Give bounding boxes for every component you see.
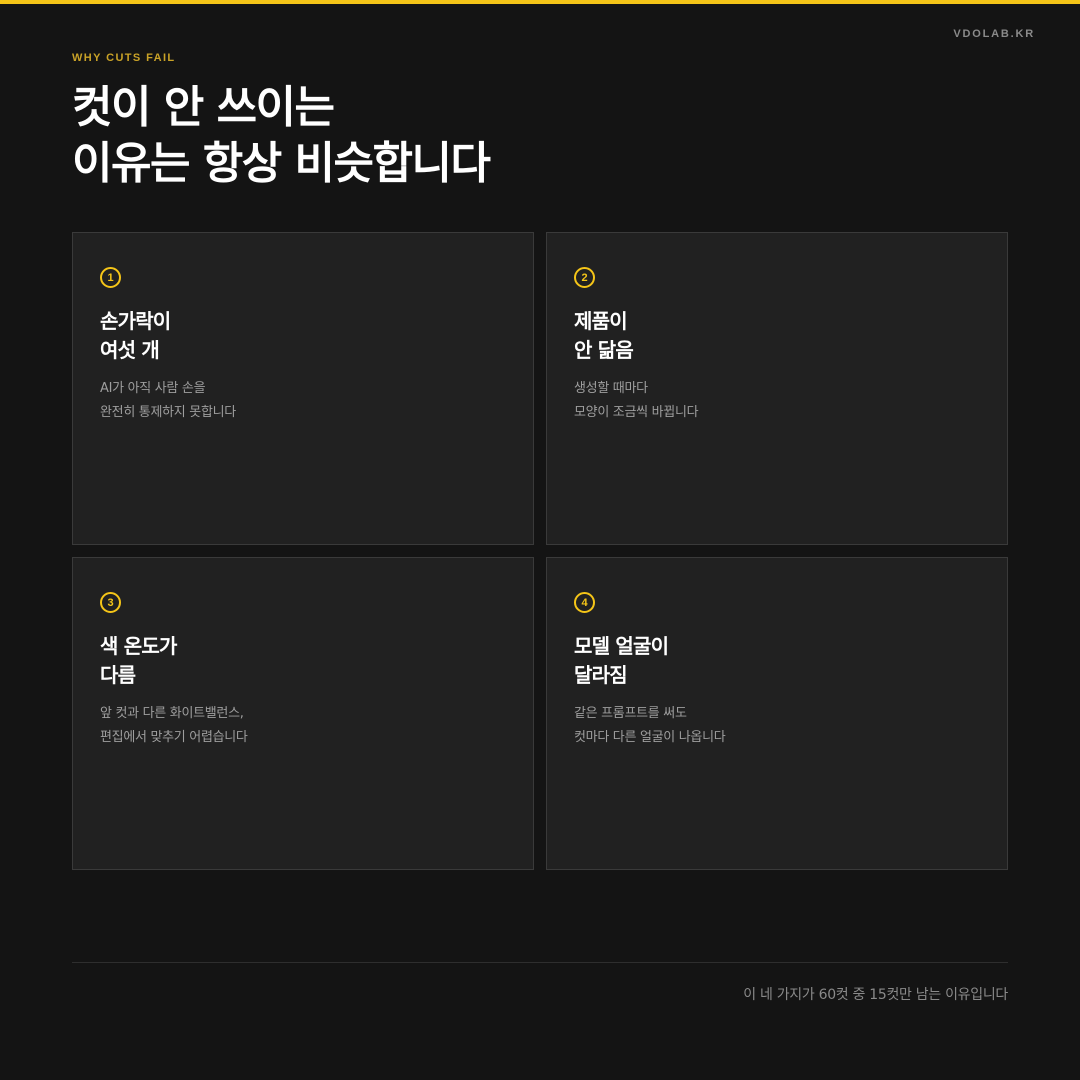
card-desc-line-1: 같은 프롬프트를 써도	[574, 706, 687, 721]
card-title: 색 온도가 다름	[100, 632, 506, 690]
numbered-circle-icon: 4	[574, 592, 595, 613]
card-title-line-1: 손가락이	[100, 309, 171, 333]
card-title-line-2: 달라짐	[574, 663, 628, 687]
card-title-line-1: 제품이	[574, 309, 628, 333]
reason-card-1: 1 손가락이 여섯 개 AI가 아직 사람 손을 완전히 통제하지 못합니다	[72, 232, 534, 545]
card-desc-line-1: 앞 컷과 다른 화이트밸런스,	[100, 706, 244, 721]
numbered-circle-icon: 1	[100, 267, 121, 288]
card-description: 앞 컷과 다른 화이트밸런스, 편집에서 맞추기 어렵습니다	[100, 702, 506, 750]
card-title-line-1: 모델 얼굴이	[574, 634, 669, 658]
footer-divider	[72, 962, 1008, 963]
eyebrow-label: WHY CUTS FAIL	[72, 52, 176, 64]
card-description: AI가 아직 사람 손을 완전히 통제하지 못합니다	[100, 377, 506, 425]
page-title-line-2: 이유는 항상 비슷합니다	[72, 138, 491, 189]
card-desc-line-1: 생성할 때마다	[574, 381, 648, 396]
card-title-line-2: 다름	[100, 663, 136, 687]
card-desc-line-2: 모양이 조금씩 바뀝니다	[574, 405, 699, 420]
reasons-grid: 1 손가락이 여섯 개 AI가 아직 사람 손을 완전히 통제하지 못합니다 2…	[72, 232, 1008, 870]
top-accent-bar	[0, 0, 1080, 4]
numbered-circle-icon: 2	[574, 267, 595, 288]
card-description: 같은 프롬프트를 써도 컷마다 다른 얼굴이 나옵니다	[574, 702, 980, 750]
reason-card-2: 2 제품이 안 닮음 생성할 때마다 모양이 조금씩 바뀝니다	[546, 232, 1008, 545]
reason-card-4: 4 모델 얼굴이 달라짐 같은 프롬프트를 써도 컷마다 다른 얼굴이 나옵니다	[546, 557, 1008, 870]
page-title-line-1: 컷이 안 쓰이는	[72, 82, 335, 133]
card-title-line-2: 여섯 개	[100, 338, 160, 362]
card-desc-line-2: 컷마다 다른 얼굴이 나옵니다	[574, 730, 726, 745]
page-title: 컷이 안 쓰이는 이유는 항상 비슷합니다	[72, 80, 491, 192]
footer-note: 이 네 가지가 60컷 중 15컷만 남는 이유입니다	[743, 987, 1008, 1003]
card-title: 손가락이 여섯 개	[100, 307, 506, 365]
numbered-circle-icon: 3	[100, 592, 121, 613]
card-desc-line-1: AI가 아직 사람 손을	[100, 381, 206, 396]
card-desc-line-2: 완전히 통제하지 못합니다	[100, 405, 236, 420]
card-title: 제품이 안 닮음	[574, 307, 980, 365]
card-title: 모델 얼굴이 달라짐	[574, 632, 980, 690]
card-description: 생성할 때마다 모양이 조금씩 바뀝니다	[574, 377, 980, 425]
card-title-line-2: 안 닮음	[574, 338, 634, 362]
reason-card-3: 3 색 온도가 다름 앞 컷과 다른 화이트밸런스, 편집에서 맞추기 어렵습니…	[72, 557, 534, 870]
brand-label: VDOLAB.KR	[953, 28, 1035, 40]
card-title-line-1: 색 온도가	[100, 634, 177, 658]
card-desc-line-2: 편집에서 맞추기 어렵습니다	[100, 730, 248, 745]
